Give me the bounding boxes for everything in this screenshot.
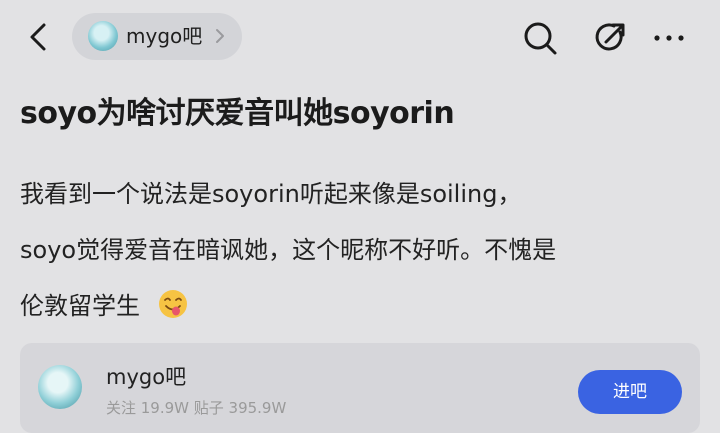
- forum-card-name: mygo吧: [106, 365, 187, 389]
- chevron-right-icon: [216, 29, 224, 43]
- forum-avatar: [88, 21, 118, 51]
- join-forum-button[interactable]: 进吧: [578, 370, 682, 414]
- forum-entry-pill[interactable]: mygo吧: [72, 13, 242, 60]
- forum-card-avatar: [38, 365, 82, 409]
- post-body-line: soyo觉得爱音在暗讽她，这个昵称不好听。不愧是: [20, 236, 557, 264]
- forum-card-stats: 关注 19.9W 贴子 395.9W: [106, 399, 287, 417]
- post-body-last-line: 伦敦留学生: [20, 278, 710, 334]
- post-body: 我看到一个说法是soyorin听起来像是soiling， soyo觉得爱音在暗讽…: [20, 166, 710, 334]
- more-icon[interactable]: [649, 18, 689, 58]
- top-navigation-bar: mygo吧: [0, 0, 720, 76]
- forum-card[interactable]: mygo吧 关注 19.9W 贴子 395.9W 进吧: [20, 343, 700, 433]
- share-icon[interactable]: [591, 18, 631, 58]
- post-body-line: 伦敦留学生: [20, 292, 140, 320]
- post-body-line: 我看到一个说法是soyorin听起来像是soiling，: [20, 180, 522, 208]
- smiling-face-with-tongue-icon: [158, 290, 187, 318]
- search-icon[interactable]: [520, 18, 560, 58]
- forum-name: mygo吧: [126, 24, 203, 48]
- back-arrow-icon[interactable]: [22, 20, 56, 54]
- post-title: soyo为啥讨厌爱音叫她soyorin: [20, 96, 455, 131]
